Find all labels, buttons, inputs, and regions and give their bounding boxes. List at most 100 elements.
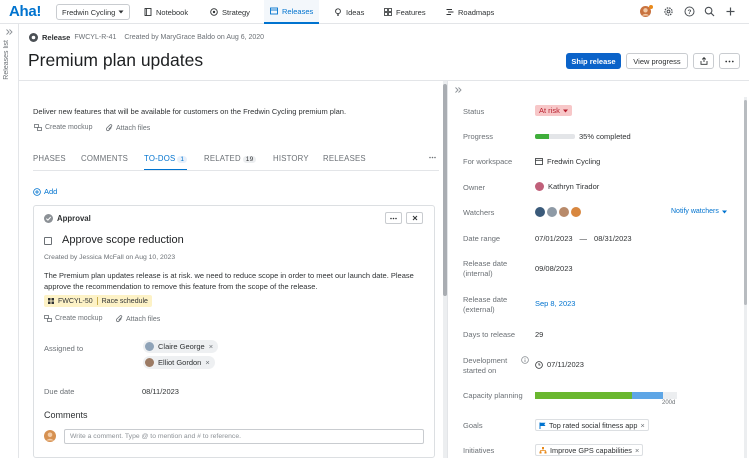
development-started-value: 07/11/2023 xyxy=(547,360,584,369)
details-scrollbar-thumb[interactable] xyxy=(744,100,747,305)
view-progress-button[interactable]: View progress xyxy=(626,53,688,69)
release-description[interactable]: Deliver new features that will be availa… xyxy=(33,107,346,116)
tab-phases[interactable]: PHASES xyxy=(33,154,66,163)
releases-list-drawer[interactable] xyxy=(0,24,19,458)
todo-type-label: Approval xyxy=(57,214,91,223)
avatar xyxy=(547,207,557,217)
remove-icon[interactable]: × xyxy=(205,358,209,367)
assignee-name: Elliot Gordon xyxy=(158,358,202,367)
share-button[interactable] xyxy=(693,53,714,69)
goal-value: Top rated social fitness app xyxy=(549,420,638,430)
plus-icon[interactable] xyxy=(725,6,736,17)
progress-field: 35% completed xyxy=(535,132,631,141)
more-actions-button[interactable] xyxy=(719,53,740,69)
todo-description[interactable]: The Premium plan updates release is at r… xyxy=(44,270,424,292)
caret-down-icon xyxy=(721,210,727,213)
release-date-internal-label: Release date (internal) xyxy=(463,259,508,278)
workspace-value: Fredwin Cycling xyxy=(547,157,601,166)
due-date-value[interactable]: 08/11/2023 xyxy=(142,387,179,396)
nav-tab-strategy[interactable]: Strategy xyxy=(210,0,250,24)
due-date-label: Due date xyxy=(44,387,75,396)
capacity-bar[interactable] xyxy=(535,392,677,399)
remove-icon[interactable]: × xyxy=(209,342,213,351)
remove-icon[interactable]: × xyxy=(635,446,639,455)
date-range-field[interactable]: 07/01/2023 — 08/31/2023 xyxy=(535,234,632,243)
clock-icon xyxy=(535,360,543,369)
tab-label: RELATED xyxy=(204,154,241,163)
expand-chevrons-icon[interactable] xyxy=(6,29,13,35)
record-key[interactable]: FWCYL-R-41 xyxy=(74,34,116,41)
todo-created-by: Created by Jessica McFall on Aug 10, 202… xyxy=(44,254,176,261)
avatar xyxy=(535,207,545,217)
status-field[interactable]: At risk xyxy=(535,105,572,116)
create-mockup-label: Create mockup xyxy=(45,124,93,131)
search-icon[interactable] xyxy=(704,6,715,17)
owner-field[interactable]: Kathryn Tirador xyxy=(535,182,599,191)
notify-watchers-button[interactable]: Notify watchers xyxy=(671,208,727,215)
development-started-field[interactable]: 07/11/2023 xyxy=(535,360,584,369)
goal-chip[interactable]: Top rated social fitness app × xyxy=(535,419,649,431)
todo-close-button[interactable] xyxy=(406,212,423,224)
create-mockup-link[interactable]: Create mockup xyxy=(34,124,92,131)
goals-label: Goals xyxy=(463,421,483,430)
notify-watchers-label: Notify watchers xyxy=(671,208,719,215)
tab-releases[interactable]: RELEASES xyxy=(323,154,366,163)
watchers-avatars[interactable] xyxy=(535,207,581,217)
tab-history[interactable]: HISTORY xyxy=(273,154,309,163)
nav-tab-roadmaps[interactable]: Roadmaps xyxy=(446,0,494,24)
release-date-external-value[interactable]: Sep 8, 2023 xyxy=(535,299,575,308)
workspace-field[interactable]: Fredwin Cycling xyxy=(535,157,600,166)
feature-reference-chip[interactable]: FWCYL-50 Race schedule xyxy=(44,295,152,307)
attach-files-link[interactable]: Attach files xyxy=(106,124,150,132)
capacity-bar-blue xyxy=(632,392,663,399)
comment-input[interactable]: Write a comment. Type @ to mention and #… xyxy=(64,429,424,444)
settings-icon[interactable] xyxy=(663,6,674,17)
todo-checkbox[interactable] xyxy=(44,237,52,245)
collapse-details-icon[interactable] xyxy=(455,87,462,93)
roadmaps-icon xyxy=(446,8,454,16)
todo-create-mockup-link[interactable]: Create mockup xyxy=(44,315,102,322)
add-label: Add xyxy=(44,187,58,196)
remove-icon[interactable]: × xyxy=(640,421,644,430)
aha-logo[interactable]: Aha! xyxy=(9,3,41,20)
status-badge[interactable]: At risk xyxy=(535,105,572,116)
record-type-label: Release xyxy=(42,33,71,42)
workspace-label: For workspace xyxy=(463,157,513,166)
todo-more-button[interactable] xyxy=(385,212,402,224)
notebook-icon xyxy=(144,8,152,16)
nav-tab-label: Strategy xyxy=(222,7,250,17)
releases-list-label[interactable]: Releases list xyxy=(3,40,10,80)
approval-check-icon xyxy=(44,214,53,223)
help-icon[interactable]: ? xyxy=(684,6,695,17)
info-icon[interactable] xyxy=(521,356,529,364)
assignee-chip[interactable]: Elliot Gordon × xyxy=(143,356,215,369)
todo-attach-files-link[interactable]: Attach files xyxy=(116,315,160,323)
ellipsis-icon xyxy=(725,60,734,63)
release-date-external-label: Release date (external) xyxy=(463,295,508,314)
nav-tab-ideas[interactable]: Ideas xyxy=(334,0,364,24)
add-todo-button[interactable]: Add xyxy=(33,187,57,196)
workspace-select-value: Fredwin Cycling xyxy=(62,7,116,17)
feature-icon xyxy=(48,298,54,304)
workspace-select[interactable]: Fredwin Cycling xyxy=(56,4,130,20)
release-date-internal-value[interactable]: 09/08/2023 xyxy=(535,264,573,273)
tab-related[interactable]: RELATED 19 xyxy=(204,154,257,163)
initiative-chip[interactable]: Improve GPS capabilities × xyxy=(535,444,644,456)
nav-tab-notebook[interactable]: Notebook xyxy=(144,0,188,24)
tab-comments[interactable]: COMMENTS xyxy=(81,154,128,163)
date-range-end: 08/31/2023 xyxy=(594,234,632,243)
nav-tab-features[interactable]: Features xyxy=(384,0,426,24)
nav-tab-label: Ideas xyxy=(346,7,365,17)
nav-tab-releases[interactable]: Releases xyxy=(264,0,320,24)
initiative-icon xyxy=(539,446,547,454)
assignee-chip[interactable]: Claire George × xyxy=(143,340,219,353)
ship-release-button[interactable]: Ship release xyxy=(566,53,621,69)
tab-to-dos[interactable]: TO-DOS 1 xyxy=(144,154,188,171)
tab-count-badge: 19 xyxy=(242,156,257,163)
panel-divider xyxy=(447,81,448,458)
feature-key: FWCYL-50 xyxy=(58,297,93,305)
create-mockup-label: Create mockup xyxy=(55,315,103,322)
tabs-more-icon[interactable] xyxy=(429,156,436,159)
todo-title[interactable]: Approve scope reduction xyxy=(62,234,184,246)
page-title[interactable]: Premium plan updates xyxy=(28,50,203,71)
